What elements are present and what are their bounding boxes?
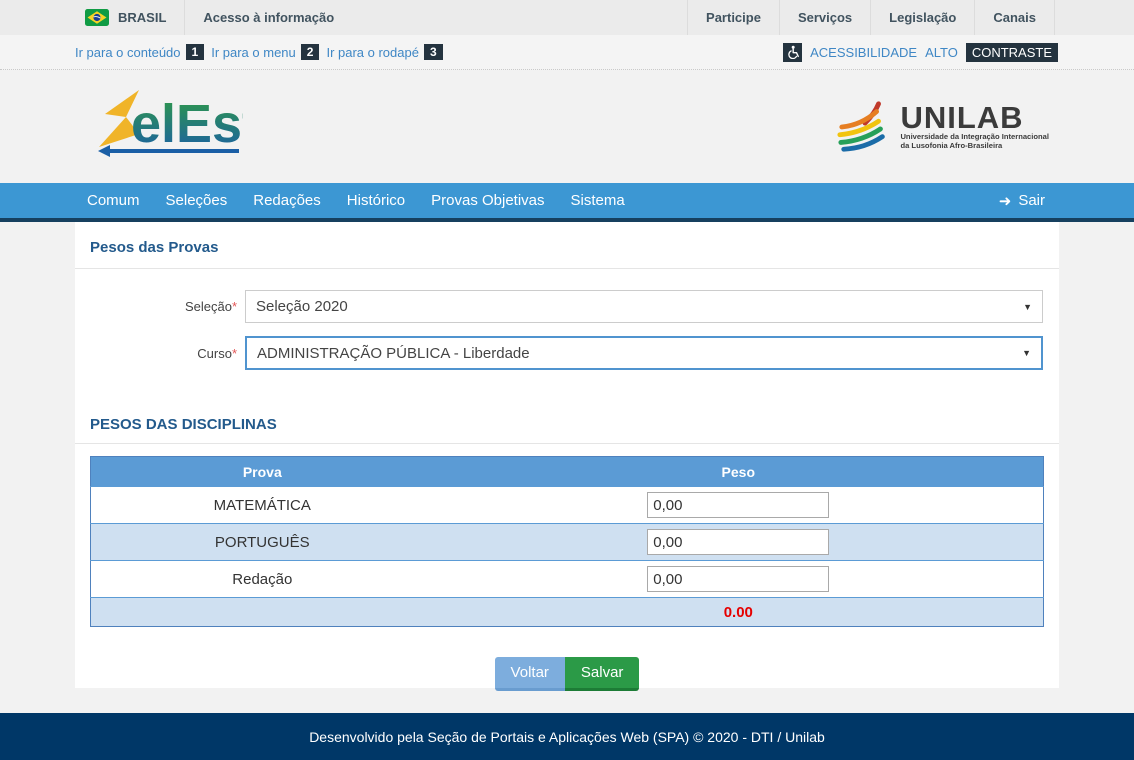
unilab-tagline-2: da Lusofonia Afro-Brasileira bbox=[900, 141, 1049, 150]
acessibilidade-link[interactable]: ACESSIBILIDADE bbox=[810, 45, 917, 60]
weights-table: Prova Peso MATEMÁTICA PORTUGUÊS Redação … bbox=[90, 456, 1044, 627]
column-header-prova: Prova bbox=[91, 457, 434, 487]
total-weight-value: 0.00 bbox=[724, 604, 753, 621]
peso-input[interactable] bbox=[647, 529, 829, 555]
total-row: 0.00 bbox=[91, 598, 1044, 627]
canais-link[interactable]: Canais bbox=[974, 0, 1055, 35]
skip-to-menu-link[interactable]: Ir para o menu 2 bbox=[211, 44, 319, 60]
main-nav: Comum Seleções Redações Histórico Provas… bbox=[0, 183, 1134, 222]
peso-input[interactable] bbox=[647, 566, 829, 592]
nav-item-redacoes[interactable]: Redações bbox=[240, 183, 334, 218]
site-footer: Desenvolvido pela Seção de Portais e Apl… bbox=[0, 713, 1134, 760]
unilab-name: UNILAB bbox=[900, 104, 1049, 132]
logout-label: Sair bbox=[1018, 192, 1045, 209]
curso-select[interactable]: ADMINISTRAÇÃO PÚBLICA - Liberdade ▼ bbox=[245, 336, 1043, 370]
brazil-flag-icon bbox=[85, 9, 109, 26]
skip-to-footer-link[interactable]: Ir para o rodapé 3 bbox=[326, 44, 442, 60]
accessibility-bar: Ir para o conteúdo 1 Ir para o menu 2 Ir… bbox=[0, 35, 1134, 70]
table-row: PORTUGUÊS bbox=[91, 524, 1044, 561]
legislacao-link[interactable]: Legislação bbox=[870, 0, 974, 35]
unilab-swoosh-icon bbox=[836, 101, 894, 153]
skip-key-3-badge: 3 bbox=[424, 44, 443, 60]
peso-input[interactable] bbox=[647, 492, 829, 518]
nav-item-provas-objetivas[interactable]: Provas Objetivas bbox=[418, 183, 557, 218]
selest-logo[interactable]: elEst bbox=[93, 84, 243, 169]
required-marker: * bbox=[232, 299, 237, 314]
unilab-logo[interactable]: UNILAB Universidade da Integração Intern… bbox=[836, 101, 1049, 153]
skip-key-2-badge: 2 bbox=[301, 44, 320, 60]
brasil-label: BRASIL bbox=[118, 10, 166, 25]
footer-credit-text: Desenvolvido pela Seção de Portais e Apl… bbox=[309, 729, 825, 745]
gov-bar: BRASIL Acesso à informação Participe Ser… bbox=[0, 0, 1134, 35]
site-header: elEst UNILAB Universidade da Integração … bbox=[0, 70, 1134, 183]
logout-arrow-icon: ➜ bbox=[999, 192, 1012, 210]
logout-button[interactable]: ➜ Sair bbox=[985, 192, 1059, 210]
table-row: MATEMÁTICA bbox=[91, 487, 1044, 524]
voltar-button[interactable]: Voltar bbox=[495, 657, 565, 691]
contraste-toggle[interactable]: CONTRASTE bbox=[966, 43, 1058, 62]
prova-name-cell: MATEMÁTICA bbox=[91, 487, 434, 524]
selecao-label: Seleção* bbox=[75, 299, 245, 314]
selecao-select[interactable]: Seleção 2020 ▼ bbox=[245, 290, 1043, 323]
brasil-gov-link[interactable]: BRASIL bbox=[85, 0, 184, 35]
section-title: PESOS DAS DISCIPLINAS bbox=[75, 383, 1059, 444]
column-header-peso: Peso bbox=[434, 457, 1044, 487]
prova-name-cell: PORTUGUÊS bbox=[91, 524, 434, 561]
servicos-link[interactable]: Serviços bbox=[779, 0, 870, 35]
skip-key-1-badge: 1 bbox=[186, 44, 205, 60]
required-marker: * bbox=[232, 346, 237, 361]
nav-item-sistema[interactable]: Sistema bbox=[558, 183, 638, 218]
unilab-tagline-1: Universidade da Integração Internacional bbox=[900, 132, 1049, 141]
nav-item-historico[interactable]: Histórico bbox=[334, 183, 418, 218]
curso-selected-value: ADMINISTRAÇÃO PÚBLICA - Liberdade bbox=[257, 345, 530, 362]
acesso-informacao-link[interactable]: Acesso à informação bbox=[184, 0, 352, 35]
prova-name-cell: Redação bbox=[91, 561, 434, 598]
table-row: Redação bbox=[91, 561, 1044, 598]
chevron-down-icon: ▼ bbox=[1022, 348, 1031, 358]
nav-item-selecoes[interactable]: Seleções bbox=[153, 183, 241, 218]
page-title: Pesos das Provas bbox=[75, 222, 1059, 269]
nav-item-comum[interactable]: Comum bbox=[75, 183, 153, 218]
wheelchair-icon bbox=[783, 43, 802, 62]
svg-text:elEst: elEst bbox=[131, 94, 243, 154]
chevron-down-icon: ▼ bbox=[1023, 302, 1032, 312]
content-card: Pesos das Provas Seleção* Seleção 2020 ▼… bbox=[75, 222, 1059, 688]
skip-to-content-link[interactable]: Ir para o conteúdo 1 bbox=[75, 44, 204, 60]
salvar-button[interactable]: Salvar bbox=[565, 657, 640, 691]
alto-link[interactable]: ALTO bbox=[925, 45, 958, 60]
participe-link[interactable]: Participe bbox=[687, 0, 779, 35]
pre-footer-gap bbox=[0, 688, 1134, 713]
selecao-selected-value: Seleção 2020 bbox=[256, 298, 348, 315]
curso-label: Curso* bbox=[75, 346, 245, 361]
